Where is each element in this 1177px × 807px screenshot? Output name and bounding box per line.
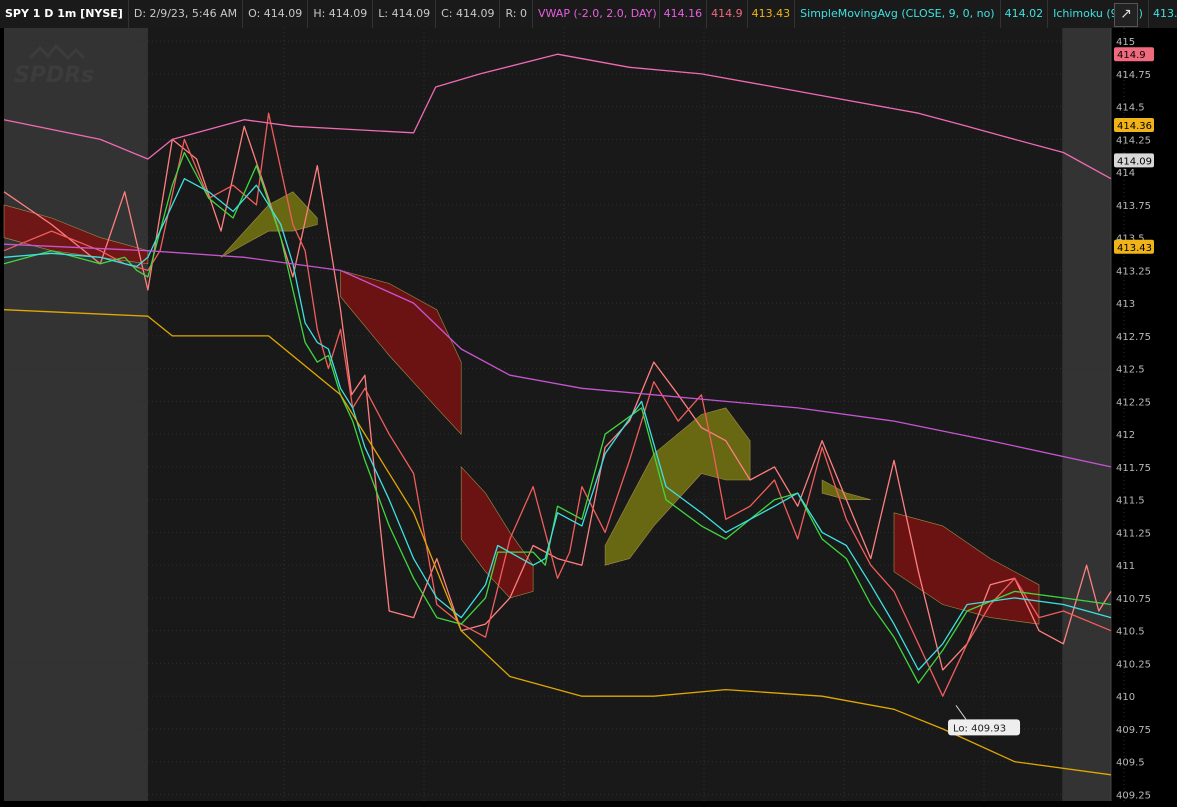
y-tick-label: 411 [1116,561,1135,572]
y-tick-label: 409.75 [1116,725,1151,736]
plot-area [4,28,1111,801]
ichimoku-value: 413.99 [1149,0,1177,28]
y-tick-label: 411.75 [1116,463,1151,474]
y-tick-label: 415 [1116,37,1135,48]
y-tick-label: 414.75 [1116,70,1151,81]
range-label: R: 0 [500,0,533,28]
date-label: D: 2/9/23, 5:46 AM [129,0,244,28]
vwap-study-label[interactable]: VWAP (-2.0, 2.0, DAY) [533,0,660,28]
y-tick-label: 413.75 [1116,201,1151,212]
low-annotation-label: Lo: 409.93 [953,723,1006,734]
symbol-label[interactable]: SPY 1 D 1m [NYSE] [0,0,129,28]
y-tick-label: 412.5 [1116,365,1145,376]
vwap-lower-value: 413.43 [748,0,796,28]
high-label: H: 414.09 [308,0,374,28]
vwap-upper-value: 414.9 [707,0,748,28]
y-tick-label: 412.75 [1116,332,1151,343]
y-tick-label: 413.25 [1116,266,1151,277]
chart-header-bar: SPY 1 D 1m [NYSE] D: 2/9/23, 5:46 AM O: … [0,0,1177,29]
y-tick-label: 413 [1116,299,1135,310]
open-label: O: 414.09 [243,0,309,28]
y-tick-label: 409.25 [1116,790,1151,801]
y-tick-label: 414 [1116,168,1135,179]
extended-hours-shading [1062,28,1111,801]
price-badge-label: 413.43 [1117,243,1152,254]
extended-hours-shading [4,28,148,801]
y-tick-label: 414.25 [1116,135,1151,146]
y-tick-label: 410.75 [1116,594,1151,605]
y-tick-label: 411.25 [1116,528,1151,539]
close-label: C: 414.09 [436,0,501,28]
price-chart[interactable]: 415414.75414.5414.25414413.75413.5413.25… [0,28,1177,807]
drawing-tool-icon[interactable]: ↗ [1114,3,1138,27]
sma-study-label[interactable]: SimpleMovingAvg (CLOSE, 9, 0, no) [795,0,1001,28]
y-tick-label: 412.25 [1116,397,1151,408]
sma-value: 414.02 [1001,0,1049,28]
low-label: L: 414.09 [373,0,437,28]
price-badge-label: 414.36 [1117,121,1152,132]
y-tick-label: 409.5 [1116,758,1145,769]
y-tick-label: 410 [1116,692,1135,703]
y-tick-label: 410.25 [1116,659,1151,670]
y-tick-label: 411.5 [1116,496,1145,507]
price-badge-label: 414.09 [1117,156,1152,167]
y-tick-label: 412 [1116,430,1135,441]
vwap-value: 414.16 [660,0,708,28]
price-badge-label: 414.9 [1117,50,1146,61]
y-tick-label: 410.5 [1116,627,1145,638]
watermark-logo: SPDRs [14,63,94,88]
y-tick-label: 414.5 [1116,103,1145,114]
